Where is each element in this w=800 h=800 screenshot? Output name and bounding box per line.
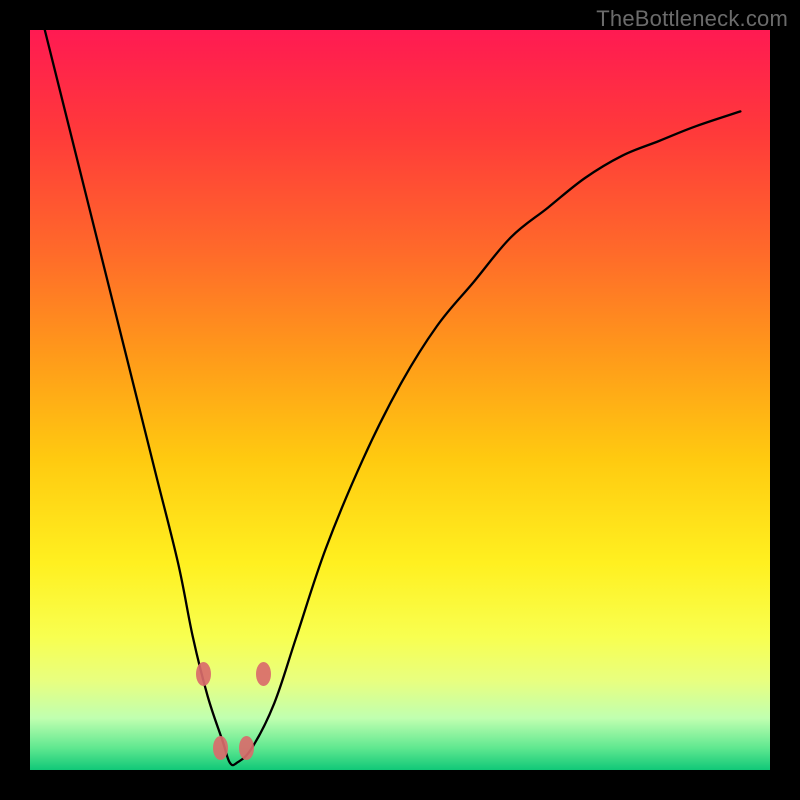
- bottleneck-curve: [45, 30, 741, 765]
- plot-area: [30, 30, 770, 770]
- curve-marker: [239, 736, 254, 760]
- curve-svg: [30, 30, 770, 770]
- curve-marker: [256, 662, 271, 686]
- watermark-text: TheBottleneck.com: [596, 6, 788, 32]
- chart-frame: TheBottleneck.com: [0, 0, 800, 800]
